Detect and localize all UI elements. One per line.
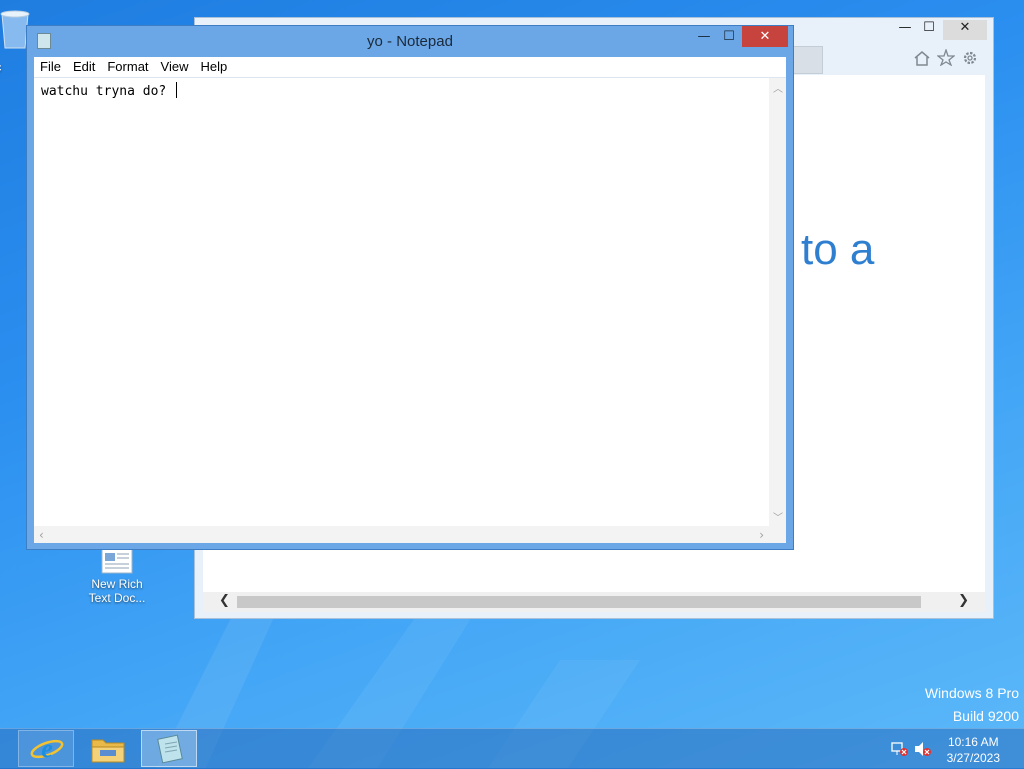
- notepad-menubar: File Edit Format View Help: [34, 57, 786, 78]
- recycle-bin-label: Rec: [0, 60, 16, 74]
- menu-file[interactable]: File: [34, 57, 67, 77]
- taskbar: e 10:16 AM 3/27/2023: [0, 728, 1024, 769]
- scroll-up-icon[interactable]: ︿: [773, 80, 783, 95]
- notepad-horizontal-scrollbar[interactable]: ‹ ›: [34, 526, 769, 543]
- favorites-icon[interactable]: [937, 49, 955, 66]
- settings-icon[interactable]: [961, 49, 979, 67]
- text-caret: [176, 82, 178, 98]
- taskbar-clock[interactable]: 10:16 AM 3/27/2023: [947, 734, 1000, 766]
- volume-muted-icon[interactable]: [914, 741, 932, 757]
- browser-horizontal-scrollbar[interactable]: ❮ ❯: [203, 592, 985, 612]
- scroll-right-icon[interactable]: ›: [759, 528, 764, 542]
- windows-watermark-line1: Windows 8 Pro: [924, 685, 1019, 701]
- folder-icon: [91, 739, 125, 763]
- taskbar-notepad[interactable]: [141, 730, 197, 767]
- notepad-title: yo - Notepad: [367, 33, 453, 50]
- resize-grip[interactable]: [769, 526, 786, 543]
- scroll-right-icon[interactable]: ❯: [958, 593, 969, 608]
- home-icon[interactable]: [913, 50, 931, 66]
- menu-format[interactable]: Format: [101, 57, 154, 77]
- menu-edit[interactable]: Edit: [67, 57, 101, 77]
- browser-scroll-thumb[interactable]: [237, 596, 921, 608]
- ie-minimize-button[interactable]: —: [893, 20, 917, 40]
- browser-heading-text: to a: [801, 225, 875, 274]
- notepad-vertical-scrollbar[interactable]: ︿ ﹀: [769, 78, 786, 526]
- document-icon: [101, 548, 133, 574]
- notepad-close-button[interactable]: ✕: [742, 26, 788, 47]
- notepad-maximize-button[interactable]: ☐: [717, 26, 741, 47]
- clock-date: 3/27/2023: [946, 751, 1000, 765]
- notepad-titlebar[interactable]: yo - Notepad — ☐ ✕: [27, 26, 793, 56]
- scroll-down-icon[interactable]: ﹀: [773, 509, 783, 524]
- notepad-icon: [157, 734, 183, 764]
- new-rich-text-document-desktop-icon[interactable]: New Rich Text Doc...: [82, 548, 152, 605]
- svg-text:e: e: [41, 734, 53, 763]
- notepad-text-content: watchu tryna do?: [41, 84, 175, 99]
- scroll-left-icon[interactable]: ‹: [39, 528, 44, 542]
- clock-time: 10:16 AM: [947, 735, 999, 749]
- notepad-text-area[interactable]: watchu tryna do? ︿ ﹀ ‹ ›: [34, 78, 786, 543]
- menu-help[interactable]: Help: [194, 57, 233, 77]
- ie-maximize-button[interactable]: ☐: [917, 20, 941, 40]
- notepad-window[interactable]: yo - Notepad — ☐ ✕ File Edit Format View Hel…: [26, 25, 794, 550]
- scroll-left-icon[interactable]: ❮: [219, 593, 230, 608]
- network-disconnected-icon[interactable]: [891, 741, 909, 757]
- taskbar-internet-explorer[interactable]: e: [18, 730, 74, 767]
- windows-watermark-line2: Build 9200: [952, 708, 1019, 724]
- internet-explorer-icon: e: [30, 734, 64, 763]
- notepad-minimize-button[interactable]: —: [692, 26, 716, 47]
- menu-view[interactable]: View: [155, 57, 195, 77]
- new-rich-text-document-label: New Rich Text Doc...: [88, 577, 146, 605]
- taskbar-file-explorer[interactable]: [80, 730, 136, 767]
- ie-close-button[interactable]: ✕: [943, 20, 987, 40]
